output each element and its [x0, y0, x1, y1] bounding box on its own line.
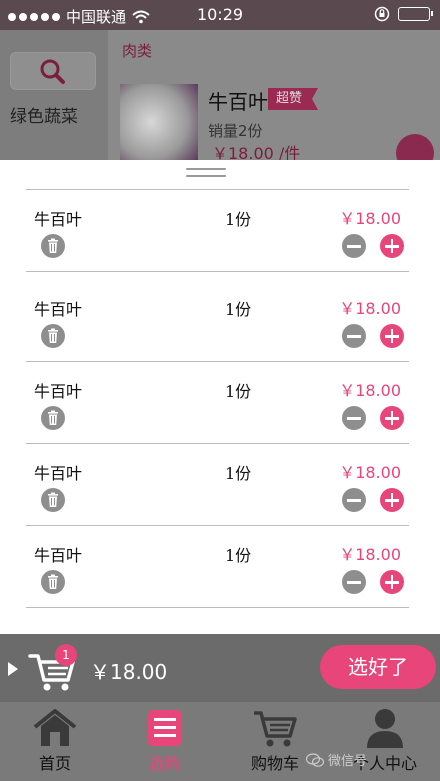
item-quantity: 1份	[225, 382, 252, 401]
list-icon	[148, 710, 182, 746]
category-heading: 肉类	[122, 42, 153, 60]
tab-profile[interactable]: 个人中心	[330, 702, 440, 781]
cart-item-row: 牛百叶 1份 ￥18.00	[26, 526, 409, 608]
item-name: 牛百叶	[34, 210, 83, 229]
battery-icon	[398, 7, 433, 21]
delete-item-button[interactable]	[41, 488, 65, 512]
tab-cart[interactable]: 购物车	[220, 702, 330, 781]
drag-handle[interactable]	[186, 168, 226, 180]
delete-item-button[interactable]	[41, 406, 65, 430]
trash-icon	[48, 410, 58, 425]
decrease-quantity-button[interactable]	[342, 488, 366, 512]
decrease-quantity-button[interactable]	[342, 234, 366, 258]
background-product-page: 绿色蔬菜 肉类 牛百叶 超赞 销量2份 ￥18.00 /件	[0, 30, 440, 172]
item-price: ￥18.00	[339, 381, 401, 400]
bottom-tab-bar: 首页 选购 购物车 个人中心	[0, 702, 440, 781]
item-price: ￥18.00	[339, 463, 401, 482]
delete-item-button[interactable]	[41, 324, 65, 348]
tab-label: 首页	[38, 754, 71, 773]
cart-item-row: 牛百叶 1份 ￥18.00	[26, 362, 409, 444]
item-quantity: 1份	[225, 300, 252, 319]
increase-quantity-button[interactable]	[380, 234, 404, 258]
delete-item-button[interactable]	[41, 234, 65, 258]
user-icon	[367, 709, 403, 748]
increase-quantity-button[interactable]	[380, 570, 404, 594]
increase-quantity-button[interactable]	[380, 324, 404, 348]
item-quantity: 1份	[225, 210, 252, 229]
screen: 中国联通 10:29 绿色蔬菜 肉类 牛百叶 超赞 销量2份 ￥18.00 /件…	[0, 0, 440, 781]
tab-label: 选购	[148, 754, 181, 773]
item-quantity: 1份	[225, 546, 252, 565]
item-price: ￥18.00	[339, 545, 401, 564]
product-sales: 销量2份	[208, 122, 263, 140]
item-price: ￥18.00	[339, 209, 401, 228]
search-button[interactable]	[10, 52, 96, 90]
item-name: 牛百叶	[34, 464, 83, 483]
decrease-quantity-button[interactable]	[342, 406, 366, 430]
decrease-quantity-button[interactable]	[342, 570, 366, 594]
increase-quantity-button[interactable]	[380, 406, 404, 430]
delete-item-button[interactable]	[41, 570, 65, 594]
wechat-watermark: 微信号	[306, 750, 367, 769]
trash-icon	[48, 574, 58, 589]
tab-shop[interactable]: 选购	[110, 702, 220, 781]
cart-item-row: 牛百叶 1份 ￥18.00	[26, 190, 409, 272]
item-name: 牛百叶	[34, 300, 83, 319]
status-bar: 中国联通 10:29	[0, 0, 440, 30]
expand-arrow-icon[interactable]	[8, 662, 18, 676]
cart-summary-bar: 1 ￥18.00 选好了	[0, 634, 440, 702]
category-sidebar: 绿色蔬菜	[0, 30, 108, 160]
item-price: ￥18.00	[339, 299, 401, 318]
decrease-quantity-button[interactable]	[342, 324, 366, 348]
watermark-text: 微信号	[328, 754, 368, 769]
trash-icon	[48, 492, 58, 507]
cart-item-row: 牛百叶 1份 ￥18.00	[26, 444, 409, 526]
cart-icon	[254, 711, 297, 747]
trash-icon	[48, 328, 58, 343]
sidebar-item-vegetables[interactable]: 绿色蔬菜	[10, 102, 78, 127]
increase-quantity-button[interactable]	[380, 488, 404, 512]
product-name: 牛百叶	[208, 90, 268, 114]
product-badge: 超赞	[268, 88, 319, 110]
search-icon	[40, 59, 65, 84]
product-image	[120, 84, 198, 160]
home-icon	[33, 709, 77, 746]
status-right	[374, 6, 433, 22]
item-name: 牛百叶	[34, 546, 83, 565]
tab-home[interactable]: 首页	[0, 702, 110, 781]
cart-sheet: 牛百叶 1份 ￥18.00 牛百叶 1份 ￥18.00 牛百叶 1份 ￥18.0…	[0, 160, 440, 634]
item-name: 牛百叶	[34, 382, 83, 401]
trash-icon	[48, 238, 58, 253]
cart-item-row: 牛百叶 1份 ￥18.00	[26, 280, 409, 362]
checkout-button[interactable]: 选好了	[320, 645, 436, 689]
rotation-lock-icon	[374, 6, 390, 22]
cart-count-badge: 1	[55, 644, 77, 666]
cart-total: ￥18.00	[90, 660, 168, 684]
wechat-icon	[306, 752, 324, 767]
item-quantity: 1份	[225, 464, 252, 483]
